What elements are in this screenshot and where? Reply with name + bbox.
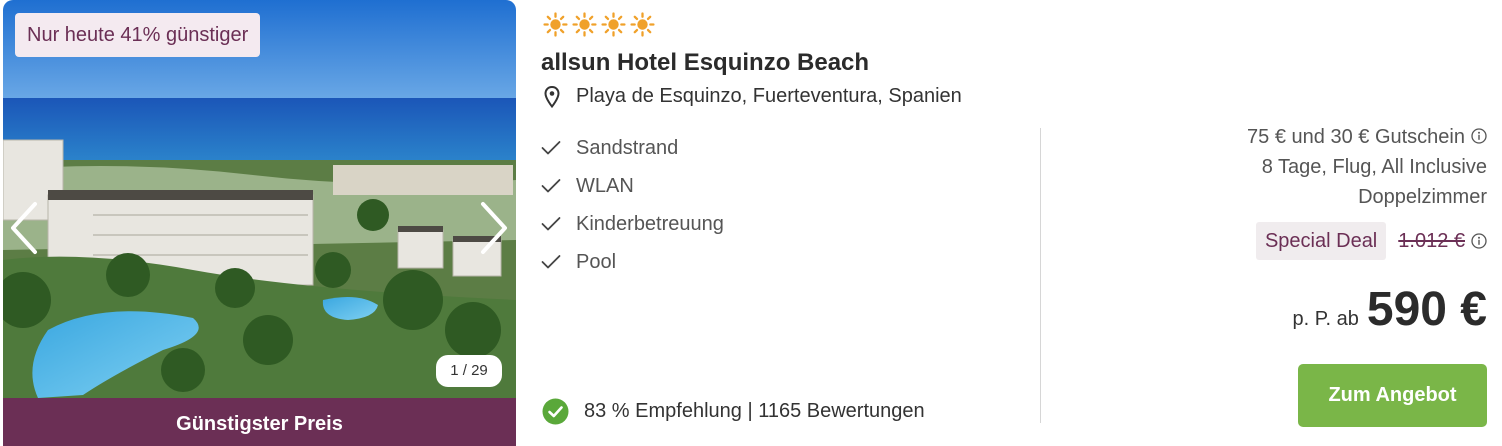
voucher-line: 75 € und 30 € Gutschein [1087, 122, 1487, 152]
checkmark-icon [541, 255, 561, 269]
discount-badge: Nur heute 41% günstiger [15, 13, 261, 57]
hotel-location: Playa de Esquinzo, Fuerteventura, Spanie… [544, 85, 962, 108]
checkmark-icon [541, 141, 561, 155]
checkmark-icon [541, 217, 561, 231]
info-icon[interactable] [1471, 128, 1487, 144]
trip-details: 8 Tage, Flug, All Inclusive [1261, 156, 1487, 178]
hotel-photo[interactable] [3, 0, 516, 398]
deal-row: Special Deal 1.012 € [1087, 222, 1487, 260]
chevron-right-icon [481, 202, 507, 254]
hotel-name-link[interactable]: allsun Hotel Esquinzo Beach [541, 49, 869, 77]
cheapest-price-banner: Günstigster Preis [3, 398, 516, 446]
view-offer-button[interactable]: Zum Angebot [1298, 364, 1487, 427]
current-price: 590 € [1366, 283, 1487, 336]
old-price: 1.012 € [1398, 229, 1465, 252]
next-image-button[interactable] [475, 200, 511, 256]
map-pin-icon [544, 85, 560, 108]
price-prefix: p. P. ab [1292, 308, 1359, 330]
feature-list: Sandstrand WLAN Kinderbetreuung Pool [541, 129, 724, 281]
rating-text: 83 % Empfehlung | 1165 Bewertungen [584, 400, 925, 422]
price-row: p. P. ab 590 € [1087, 282, 1487, 337]
sun-star-icon [601, 12, 626, 37]
price-panel: 75 € und 30 € Gutschein 8 Tage, Flug, Al… [1087, 122, 1487, 337]
feature-label: Pool [576, 250, 617, 273]
chevron-left-icon [11, 202, 37, 254]
feature-item: WLAN [541, 167, 724, 205]
feature-item: Kinderbetreuung [541, 205, 724, 243]
check-circle-icon [542, 398, 569, 425]
feature-label: Kinderbetreuung [576, 212, 724, 235]
checkmark-icon [541, 179, 561, 193]
feature-label: Sandstrand [576, 136, 679, 159]
feature-item: Pool [541, 243, 724, 281]
hotel-image-gallery[interactable]: Nur heute 41% günstiger 1 / 29 Günstigst… [3, 0, 516, 446]
special-deal-badge: Special Deal [1255, 222, 1387, 260]
location-text: Playa de Esquinzo, Fuerteventura, Spanie… [576, 85, 962, 107]
column-divider [1040, 128, 1041, 423]
hotel-star-rating [543, 12, 655, 37]
sun-star-icon [572, 12, 597, 37]
info-icon[interactable] [1471, 233, 1487, 249]
sun-star-icon [630, 12, 655, 37]
feature-item: Sandstrand [541, 129, 724, 167]
sun-star-icon [543, 12, 568, 37]
room-type: Doppelzimmer [1358, 186, 1487, 208]
image-counter: 1 / 29 [436, 355, 502, 387]
recommendation-rating[interactable]: 83 % Empfehlung | 1165 Bewertungen [542, 398, 925, 425]
voucher-text: 75 € und 30 € Gutschein [1247, 126, 1465, 148]
feature-label: WLAN [576, 174, 634, 197]
previous-image-button[interactable] [7, 200, 43, 256]
